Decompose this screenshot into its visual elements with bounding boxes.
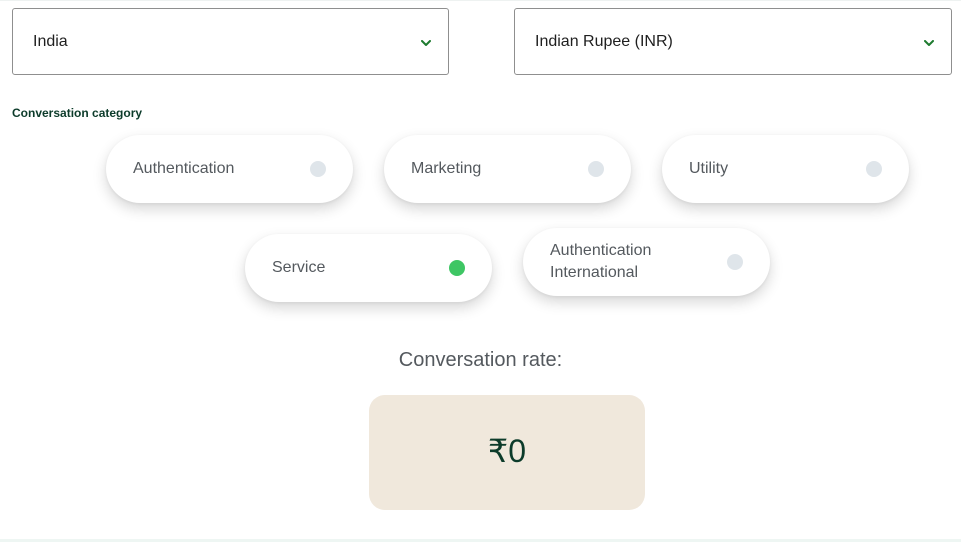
category-option-utility[interactable]: Utility <box>662 135 909 203</box>
category-option-label: Authentication <box>133 160 235 177</box>
chevron-down-icon <box>421 40 431 46</box>
country-select-value: India <box>33 33 68 50</box>
radio-indicator <box>588 161 604 177</box>
category-option-label: Utility <box>689 160 729 177</box>
currency-select-value: Indian Rupee (INR) <box>535 33 673 50</box>
conversation-rate-title: Conversation rate: <box>398 349 563 371</box>
category-option-label: Authentication International <box>550 242 652 281</box>
top-divider <box>0 0 961 1</box>
radio-indicator-selected <box>449 260 465 276</box>
chevron-down-icon <box>924 40 934 46</box>
conversation-rate-value: ₹0 <box>487 433 527 469</box>
currency-select[interactable]: Indian Rupee (INR) <box>514 8 952 75</box>
category-option-authentication-international[interactable]: Authentication International <box>523 228 770 296</box>
conversation-rate-box: ₹0 <box>369 395 645 510</box>
radio-indicator <box>727 254 743 270</box>
radio-indicator <box>310 161 326 177</box>
category-option-marketing[interactable]: Marketing <box>384 135 631 203</box>
country-select[interactable]: India <box>12 8 449 75</box>
category-option-label: Marketing <box>411 160 482 177</box>
radio-indicator <box>866 161 882 177</box>
category-option-service[interactable]: Service <box>245 234 492 302</box>
category-option-label: Service <box>272 259 326 276</box>
conversation-category-label: Conversation category <box>12 106 143 120</box>
category-option-authentication[interactable]: Authentication <box>106 135 353 203</box>
